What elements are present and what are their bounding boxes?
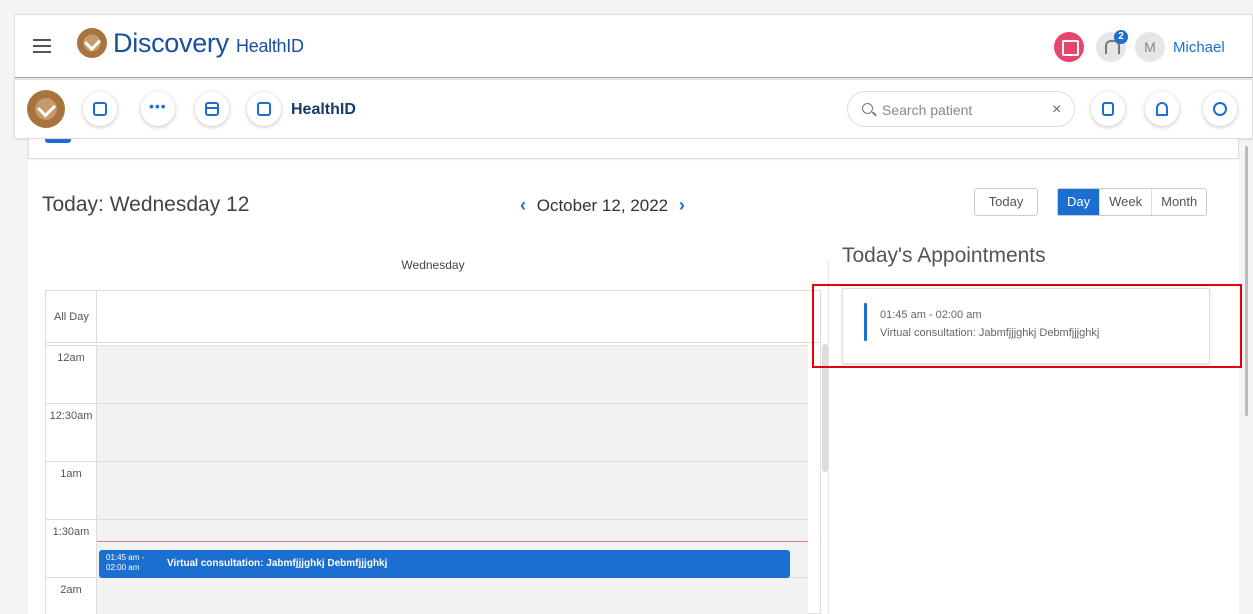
discovery-logo-icon[interactable]: [77, 28, 107, 58]
current-time-line: [97, 541, 808, 542]
gear-icon: [1213, 102, 1227, 116]
calendar-icon: [93, 102, 107, 116]
time-slot-label: 1am: [60, 468, 82, 480]
view-switcher: Day Week Month: [1057, 188, 1208, 216]
avatar[interactable]: M: [1135, 32, 1165, 62]
toolbar-title: HealthID: [291, 101, 356, 118]
time-slot[interactable]: 12:30am: [46, 403, 808, 461]
healthid-logo-icon[interactable]: [27, 90, 65, 128]
search-box: ×: [847, 91, 1075, 127]
time-slot[interactable]: 1am: [46, 461, 808, 519]
search-input[interactable]: [882, 100, 1042, 120]
time-slot[interactable]: 2am: [46, 577, 808, 614]
current-date: October 12, 2022: [536, 196, 669, 215]
app: Discovery HealthID 2 M Michael HealthID …: [0, 0, 1253, 614]
brand-title: Discovery HealthID: [113, 28, 304, 59]
billing-button[interactable]: [195, 92, 229, 126]
event-time: 01:45 am - 02:00 am: [106, 553, 144, 573]
alerts-button[interactable]: [1145, 92, 1179, 126]
view-day-button[interactable]: Day: [1058, 189, 1101, 215]
patients-button[interactable]: [141, 92, 175, 126]
view-month-button[interactable]: Month: [1152, 189, 1206, 215]
event-title: Virtual consultation: Jabmfjjjghkj Debmf…: [167, 558, 388, 569]
time-slot-label: 12am: [57, 352, 85, 364]
calendar-button[interactable]: [83, 92, 117, 126]
time-slot-label: 1:30am: [52, 526, 90, 538]
settings-button[interactable]: [1203, 92, 1237, 126]
clear-search-button[interactable]: ×: [1052, 101, 1061, 119]
top-header: Discovery HealthID 2 M Michael: [14, 14, 1253, 78]
user-name-link[interactable]: Michael: [1173, 39, 1225, 56]
users-icon: [149, 98, 167, 116]
page-scrollbar[interactable]: [1245, 146, 1248, 416]
notification-badge: 2: [1114, 30, 1128, 44]
appointments-title: Today's Appointments: [842, 244, 1046, 267]
today-label: Today: Wednesday 12: [42, 193, 250, 216]
highlight-box: [812, 284, 1242, 368]
event-end-time: 02:00 am: [106, 563, 140, 572]
card-icon: [205, 102, 219, 116]
sub-toolbar: HealthID ×: [14, 79, 1253, 139]
all-day-label: All Day: [54, 311, 89, 323]
day-calendar: All Day 12am 12:30am 1am 1:30am 2am 01:4…: [45, 290, 821, 614]
time-slot[interactable]: 12am: [46, 345, 808, 403]
brand-name: Discovery: [113, 28, 229, 58]
time-grid[interactable]: 12am 12:30am 1am 1:30am 2am 01:45 am - 0…: [46, 345, 808, 614]
scan-button[interactable]: [1091, 92, 1125, 126]
calendar-event[interactable]: 01:45 am - 02:00 am Virtual consultation…: [99, 550, 790, 578]
scan-icon: [1102, 102, 1114, 116]
day-column-header: Wednesday: [401, 258, 465, 272]
view-week-button[interactable]: Week: [1100, 189, 1153, 215]
time-slot-label: 2am: [60, 584, 82, 596]
next-date-button[interactable]: ›: [679, 195, 685, 215]
clipboard-icon: [257, 102, 271, 116]
collapsed-panel[interactable]: [28, 139, 1239, 159]
event-start-time: 01:45 am -: [106, 553, 145, 562]
menu-icon[interactable]: [33, 39, 51, 53]
prev-date-button[interactable]: ‹: [520, 195, 526, 215]
clipboard-button[interactable]: [247, 92, 281, 126]
search-icon: [862, 103, 873, 114]
today-button[interactable]: Today: [974, 188, 1038, 216]
time-slot-label: 12:30am: [49, 410, 93, 422]
bell-icon: [1156, 102, 1168, 116]
brand-sub: HealthID: [236, 36, 304, 56]
divider: [96, 291, 97, 343]
chat-icon[interactable]: [1054, 32, 1084, 62]
date-navigator: ‹ October 12, 2022 ›: [520, 195, 685, 216]
all-day-row[interactable]: All Day: [46, 291, 820, 343]
